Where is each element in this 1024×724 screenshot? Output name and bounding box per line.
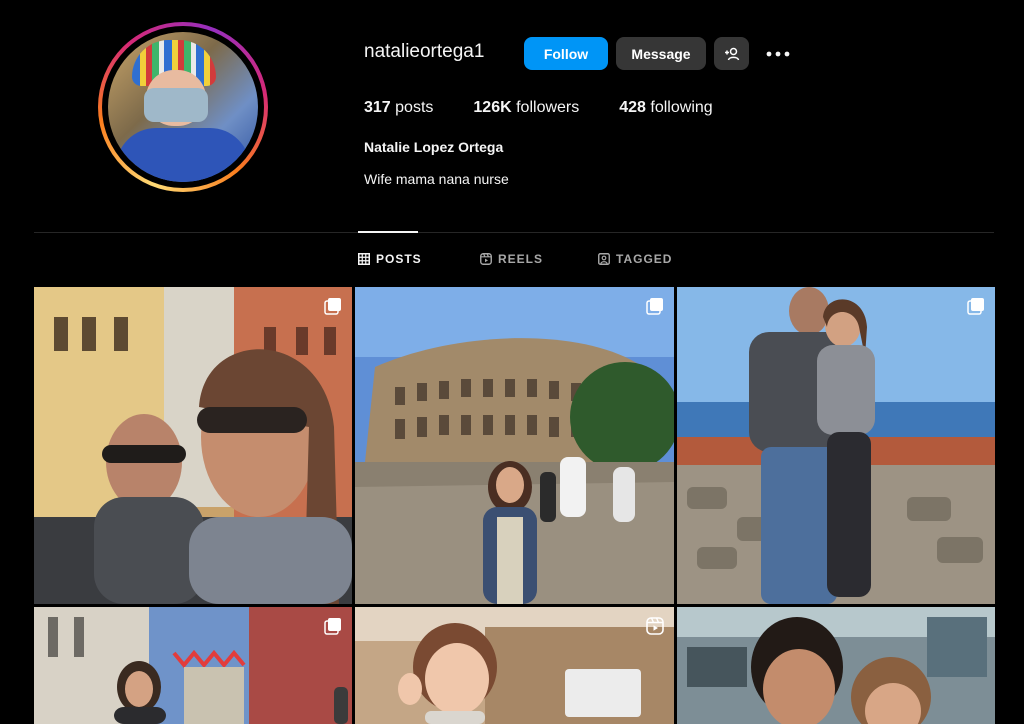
- carousel-icon: [324, 618, 341, 635]
- posts-label: posts: [395, 99, 434, 116]
- post-tile[interactable]: [34, 287, 352, 604]
- tab-tagged-label: TAGGED: [616, 252, 673, 266]
- tabs-divider: [34, 232, 994, 233]
- post-thumbnail: [355, 607, 674, 724]
- followers-stat[interactable]: 126K followers: [473, 99, 579, 117]
- following-count: 428: [619, 99, 646, 116]
- reels-icon: [480, 253, 492, 265]
- followers-label: followers: [516, 99, 580, 116]
- followers-count: 126K: [473, 99, 512, 116]
- follow-button[interactable]: Follow: [524, 37, 608, 70]
- more-options-button[interactable]: [762, 40, 794, 68]
- avatar-scrubs: [116, 128, 250, 182]
- following-label: following: [650, 99, 713, 116]
- tab-posts-label: POSTS: [376, 252, 422, 266]
- following-stat[interactable]: 428 following: [619, 99, 712, 117]
- tab-reels[interactable]: REELS: [480, 252, 543, 266]
- carousel-icon: [967, 298, 984, 315]
- post-tile[interactable]: [677, 287, 995, 604]
- profile-avatar-ring[interactable]: [98, 22, 268, 192]
- tab-posts[interactable]: POSTS: [358, 252, 422, 266]
- message-button[interactable]: Message: [616, 37, 706, 70]
- post-thumbnail: [677, 607, 995, 724]
- profile-bio: Wife mama nana nurse: [364, 171, 509, 187]
- post-thumbnail: [34, 287, 352, 604]
- post-tile[interactable]: [355, 607, 674, 724]
- posts-count: 317: [364, 99, 391, 116]
- tagged-icon: [598, 253, 610, 265]
- more-options-icon: [766, 51, 790, 57]
- tab-tagged[interactable]: TAGGED: [598, 252, 672, 266]
- post-thumbnail: [34, 607, 352, 724]
- posts-stat: 317 posts: [364, 99, 433, 117]
- tab-reels-label: REELS: [498, 252, 544, 266]
- carousel-icon: [324, 298, 341, 315]
- profile-full-name: Natalie Lopez Ortega: [364, 139, 504, 155]
- reel-icon: [646, 617, 664, 635]
- post-tile[interactable]: [355, 287, 674, 604]
- profile-avatar[interactable]: [108, 32, 258, 182]
- carousel-icon: [646, 298, 663, 315]
- profile-stats: 317 posts 126K followers 428 following: [364, 99, 753, 117]
- post-thumbnail: [355, 287, 674, 604]
- post-thumbnail: [677, 287, 995, 604]
- avatar-mask: [144, 88, 208, 122]
- active-tab-indicator: [358, 231, 418, 233]
- profile-username: natalieortega1: [364, 41, 485, 62]
- post-tile[interactable]: [34, 607, 352, 724]
- grid-icon: [358, 253, 370, 265]
- add-person-icon: [724, 47, 739, 60]
- suggest-accounts-button[interactable]: [714, 37, 749, 70]
- post-tile[interactable]: [677, 607, 995, 724]
